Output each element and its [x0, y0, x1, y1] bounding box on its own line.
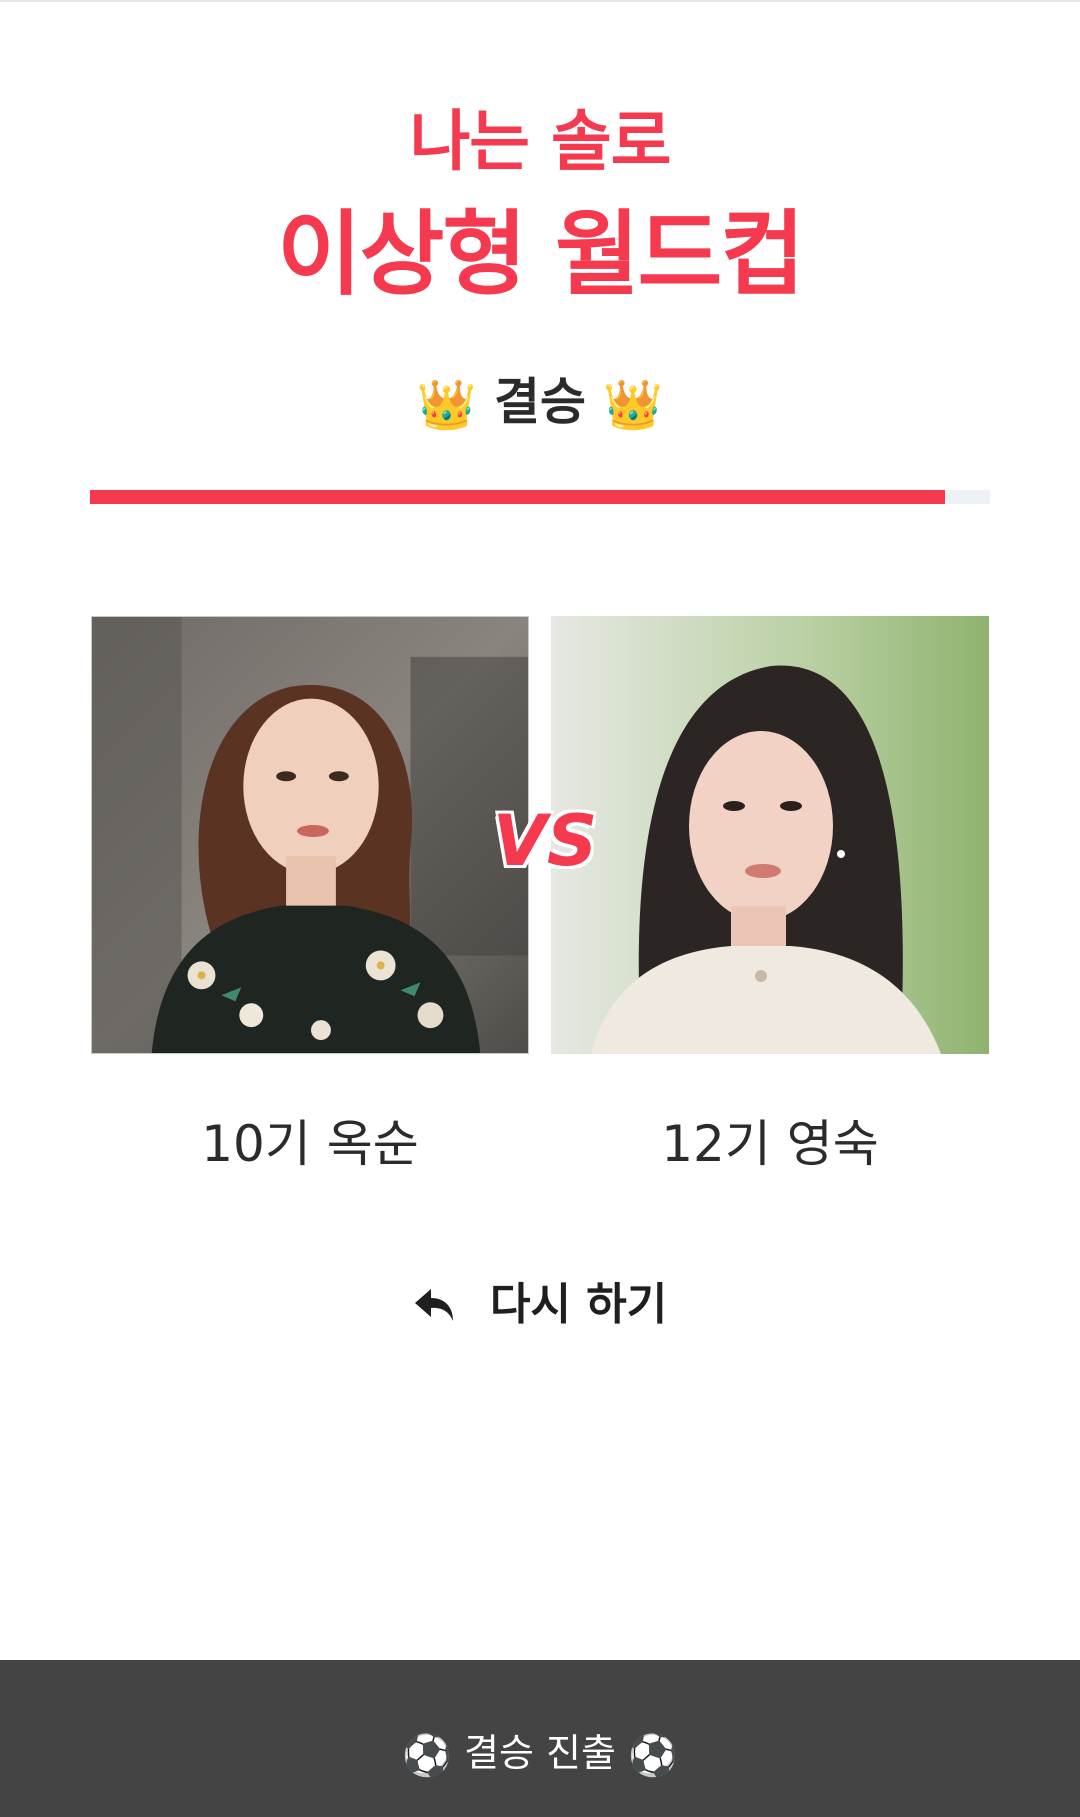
candidate-right-card[interactable]: [551, 616, 989, 1054]
soccer-ball-icon: ⚽: [628, 1733, 678, 1779]
bottom-banner-label: ⚽ 결승 진출 ⚽: [0, 1722, 1080, 1779]
retry-label: 다시 하기: [490, 1279, 668, 1330]
candidate-left-name: 10기 옥순: [201, 1115, 419, 1173]
soccer-ball-icon: ⚽: [402, 1733, 452, 1779]
progress-bar: [90, 490, 990, 504]
top-divider: [0, 0, 1080, 2]
crown-icon: 👑: [416, 377, 477, 433]
candidate-right-photo: [551, 616, 989, 1054]
undo-arrow-icon: [413, 1285, 457, 1336]
candidate-left-card[interactable]: [91, 616, 529, 1054]
page-subtitle: 나는 솔로: [409, 103, 672, 180]
bottom-banner-text: 결승 진출: [464, 1731, 616, 1775]
vs-label: VS: [492, 800, 598, 882]
candidate-right-name: 12기 영숙: [661, 1115, 879, 1173]
page-title: 이상형 월드컵: [277, 201, 805, 308]
round-label: 👑 결승 👑: [0, 362, 1080, 434]
crown-icon: 👑: [603, 377, 664, 433]
retry-button[interactable]: 다시 하기: [0, 1268, 1080, 1336]
candidate-left-photo: [92, 617, 528, 1053]
progress-fill: [90, 490, 945, 504]
page: 나는 솔로 이상형 월드컵 👑 결승 👑 VS 10기 옥순 12기 영숙 다시…: [0, 0, 1080, 1817]
round-text: 결승: [494, 373, 586, 431]
